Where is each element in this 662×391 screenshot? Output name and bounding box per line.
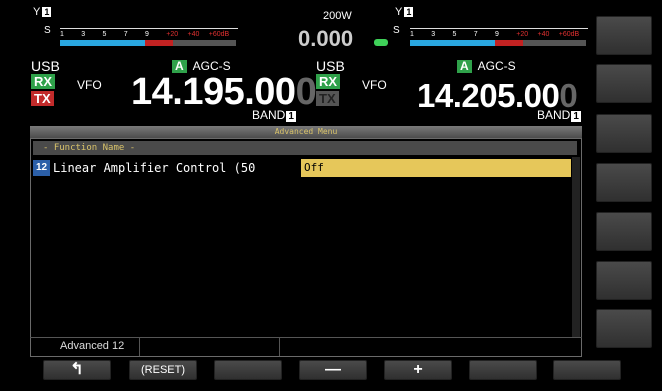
softkey-3[interactable] <box>214 360 282 380</box>
agc-a-badge: A <box>457 60 472 73</box>
side-key-4[interactable] <box>596 163 652 202</box>
mode-left: USB <box>31 58 60 74</box>
tx-badge-right: TX <box>316 91 339 106</box>
frequency-dim-digit: 0 <box>295 71 317 113</box>
s-meter-right: S 1 3 5 7 9 +20 +40 +60dB <box>393 25 590 48</box>
antenna-number: 1 <box>42 7 52 17</box>
band-indicator-right: BAND 1 <box>537 108 581 122</box>
s-meter-bar-grey <box>173 40 236 46</box>
band-label: BAND <box>252 108 286 122</box>
tick: 7 <box>473 31 478 38</box>
return-button[interactable]: ↰ <box>43 360 111 380</box>
tick: +60dB <box>208 31 230 38</box>
tick: 7 <box>123 31 128 38</box>
rx-badge-right: RX <box>316 74 341 89</box>
s-meter-label: S <box>393 25 400 36</box>
tx-badge-left: TX <box>31 91 54 106</box>
return-arrow-icon: ↰ <box>70 361 84 378</box>
s-meter-ticks: 1 3 5 7 9 +20 +40 +60dB <box>60 31 230 39</box>
softkey-6[interactable] <box>469 360 537 380</box>
s-meter-bar-red <box>145 40 173 46</box>
band-number: 1 <box>571 111 581 122</box>
mode-right: USB <box>316 58 345 74</box>
menu-row-value[interactable]: Off <box>301 159 571 177</box>
tick: 9 <box>145 31 149 38</box>
band-number: 1 <box>286 111 296 122</box>
link-led-icon <box>374 39 388 46</box>
tick: 3 <box>431 31 436 38</box>
s-meter-left: S 1 3 5 7 9 +20 +40 +60dB <box>44 25 240 48</box>
menu-panel: - Function Name - 12 Linear Amplifier Co… <box>30 138 582 357</box>
antenna-indicator-right: Y1 <box>395 6 414 18</box>
s-meter-label: S <box>44 25 51 36</box>
antenna-icon: Y <box>33 6 41 18</box>
menu-row-name: Linear Amplifier Control (50 <box>53 161 256 175</box>
tick: 9 <box>495 31 499 38</box>
tick: +20 <box>166 31 179 38</box>
power-readout: 200W <box>323 10 352 22</box>
s-meter-bar-blue <box>410 40 495 46</box>
antenna-indicator-left: Y1 <box>33 6 52 18</box>
s-meter-scale <box>410 28 588 29</box>
s-meter-scale <box>60 28 238 29</box>
offset-readout: 0.000 <box>298 26 354 51</box>
agc-label: AGC-S <box>477 59 516 73</box>
tick: +40 <box>537 31 550 38</box>
tick: 5 <box>452 31 457 38</box>
side-key-1[interactable] <box>596 16 652 55</box>
band-label: BAND <box>537 108 571 122</box>
menu-status-bar: Advanced 12 <box>30 337 582 356</box>
menu-title: Advanced Menu <box>30 126 582 138</box>
menu-status-text: Advanced 12 <box>60 340 125 352</box>
reset-button[interactable]: (RESET) <box>129 360 197 380</box>
agc-right: A AGC-S <box>457 59 516 73</box>
tick: 5 <box>102 31 107 38</box>
status-cell <box>140 338 280 356</box>
tick: +20 <box>516 31 529 38</box>
radio-display: Y1 S 1 3 5 7 9 +20 +40 +60dB USB RX TX V… <box>0 0 662 391</box>
side-key-5[interactable] <box>596 212 652 251</box>
tick: +60dB <box>558 31 580 38</box>
band-indicator-left: BAND 1 <box>252 108 296 122</box>
increase-button[interactable]: + <box>384 360 452 380</box>
decrease-button[interactable]: — <box>299 360 367 380</box>
tick: 1 <box>410 31 414 38</box>
menu-column-header: - Function Name - <box>33 141 577 155</box>
status-cell <box>280 338 582 356</box>
menu-row[interactable]: 12 Linear Amplifier Control (50 Off <box>33 159 571 177</box>
side-key-6[interactable] <box>596 261 652 300</box>
s-meter-bar-grey <box>523 40 586 46</box>
antenna-number: 1 <box>404 7 414 17</box>
menu-scrollbar[interactable] <box>572 157 580 337</box>
vfo-label-right: VFO <box>362 78 387 92</box>
s-meter-ticks: 1 3 5 7 9 +20 +40 +60dB <box>410 31 580 39</box>
side-key-3[interactable] <box>596 114 652 153</box>
vfo-label-left: VFO <box>77 78 102 92</box>
s-meter-bar-red <box>495 40 523 46</box>
menu-row-index: 12 <box>33 160 50 176</box>
softkey-7[interactable] <box>553 360 621 380</box>
tick: 3 <box>81 31 86 38</box>
tick: +40 <box>187 31 200 38</box>
tick: 1 <box>60 31 64 38</box>
s-meter-bar-blue <box>60 40 145 46</box>
side-key-7[interactable] <box>596 309 652 348</box>
antenna-icon: Y <box>395 6 403 18</box>
frequency-main: 14.195.00 <box>131 71 296 113</box>
rx-badge-left: RX <box>31 74 56 89</box>
side-key-2[interactable] <box>596 64 652 103</box>
